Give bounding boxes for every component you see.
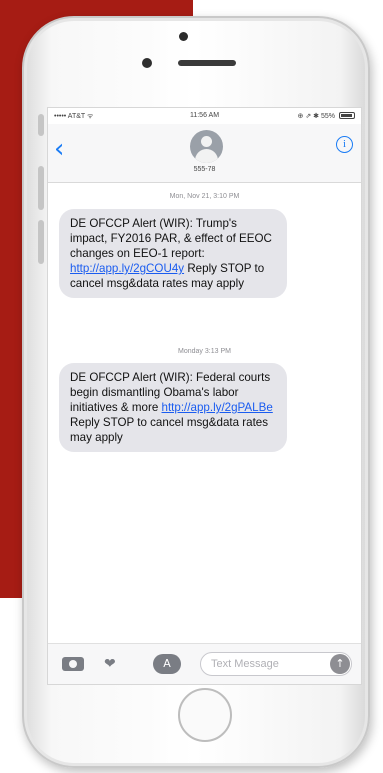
contact-name[interactable]: 555-78 [48, 166, 361, 173]
front-camera [179, 32, 188, 41]
chevron-left-icon[interactable]: ‹ [54, 136, 64, 162]
status-bar: ••••• AT&T ᯤ 11:56 AM ⊕ ⇗ ✱ 55% [48, 108, 361, 124]
status-indicators: ⊕ ⇗ ✱ 55% [297, 113, 335, 120]
digital-touch-icon[interactable]: ❤ [104, 657, 116, 671]
message-footer: Reply STOP to cancel msg&data rates may … [70, 416, 269, 444]
info-icon[interactable]: i [336, 136, 353, 153]
conversation-header: ‹ 555-78 i [48, 124, 361, 183]
app-store-icon[interactable]: A [153, 654, 181, 674]
contact-avatar[interactable] [190, 130, 223, 163]
person-icon-head [201, 136, 212, 147]
camera-icon[interactable] [62, 657, 84, 671]
message-link[interactable]: http://app.ly/2gCOU4y [70, 262, 184, 275]
message-composer: ❤ A Text Message ↑ [48, 643, 361, 684]
arrow-up-icon[interactable]: ↑ [330, 654, 350, 674]
message-bubble[interactable]: DE OFCCP Alert (WIR): Trump's impact, FY… [59, 209, 287, 298]
person-icon-body [195, 149, 218, 163]
proximity-sensor [142, 58, 152, 68]
message-timestamp: Monday 3:13 PM [178, 348, 231, 355]
message-text: DE OFCCP Alert (WIR): Trump's impact, FY… [70, 217, 272, 260]
mute-switch [38, 114, 44, 136]
volume-up-button [38, 166, 44, 210]
earpiece-speaker [178, 60, 236, 66]
message-timestamp: Mon, Nov 21, 3:10 PM [169, 193, 240, 200]
battery-icon [339, 112, 355, 119]
phone-screen: ••••• AT&T ᯤ 11:56 AM ⊕ ⇗ ✱ 55% ‹ 555-78… [47, 107, 362, 685]
message-link[interactable]: http://app.ly/2gPALBe [162, 401, 273, 414]
home-button[interactable] [178, 688, 232, 742]
volume-down-button [38, 220, 44, 264]
message-bubble[interactable]: DE OFCCP Alert (WIR): Federal courts beg… [59, 363, 287, 452]
